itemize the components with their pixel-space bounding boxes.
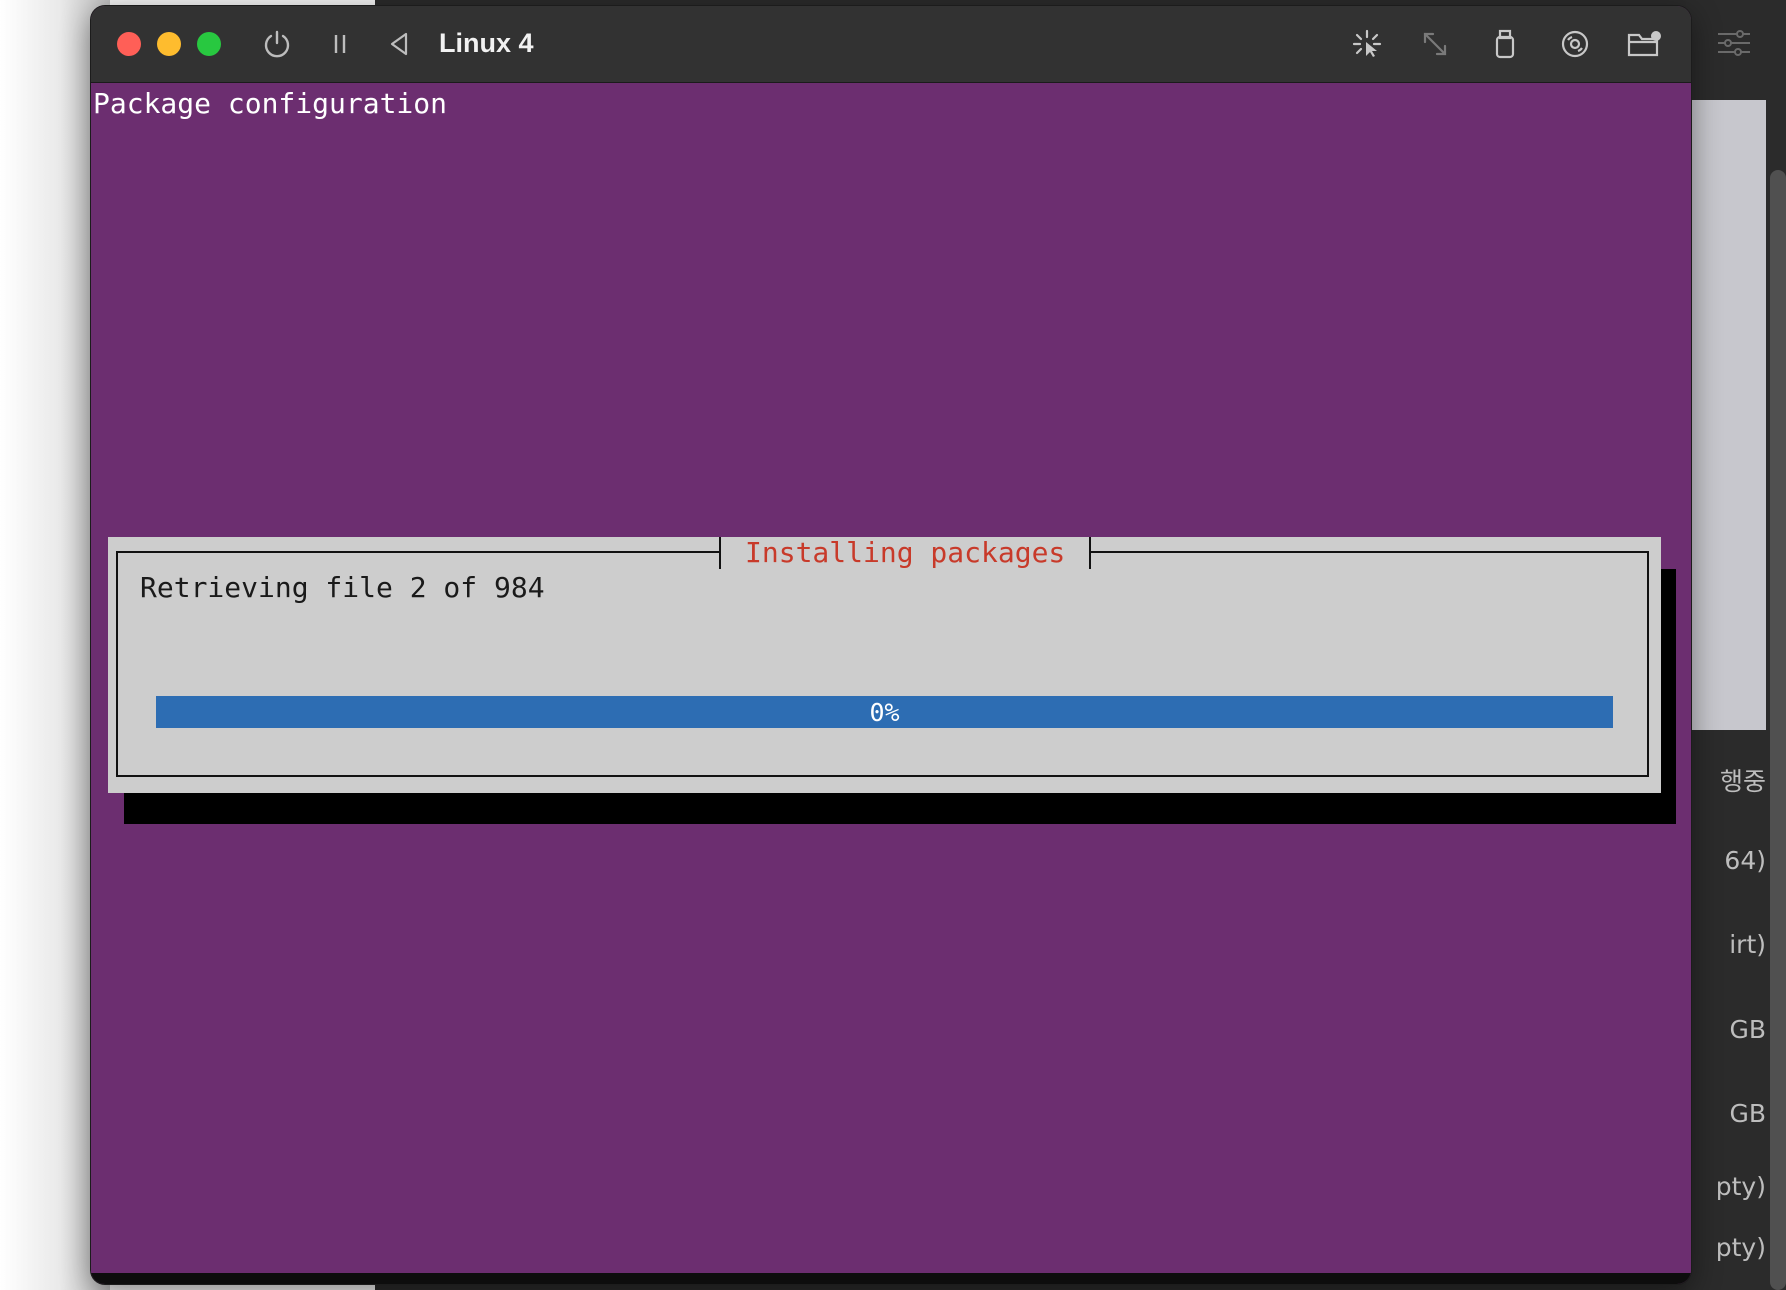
maximize-window-button[interactable] [197, 32, 221, 56]
window-title: Linux 4 [439, 28, 534, 58]
background-memory-text: GB [1729, 1015, 1766, 1044]
progress-bar: 0% [156, 696, 1613, 728]
background-virt-text: irt) [1729, 930, 1766, 959]
disc-icon[interactable] [1555, 24, 1595, 64]
capture-cursor-icon[interactable] [1347, 24, 1387, 64]
minimize-window-button[interactable] [157, 32, 181, 56]
dialog-title: Installing packages [719, 537, 1092, 569]
power-icon[interactable] [257, 24, 297, 64]
pause-icon[interactable] [320, 24, 360, 64]
window-bottom-edge [91, 1273, 1691, 1284]
resize-icon[interactable] [1415, 24, 1455, 64]
vm-screen[interactable]: Package configuration Installing package… [91, 83, 1691, 1273]
back-icon[interactable] [380, 24, 420, 64]
background-disk-text: GB [1729, 1099, 1766, 1128]
progress-label: 0% [869, 698, 900, 727]
installing-dialog: Installing packages Retrieving file 2 of… [108, 537, 1661, 793]
background-arch-text: 64) [1724, 846, 1766, 875]
close-window-button[interactable] [117, 32, 141, 56]
dialog-message: Retrieving file 2 of 984 [140, 571, 545, 604]
background-empty-text-2: pty) [1715, 1233, 1766, 1262]
background-app-list: 행중 64) irt) GB GB pty) pty) [1686, 0, 1786, 1290]
shared-folder-icon[interactable] [1624, 24, 1664, 64]
screen-header: Package configuration [93, 87, 448, 120]
background-status-text: 행중 [1719, 767, 1766, 796]
usb-icon[interactable] [1485, 24, 1525, 64]
vm-window: Linux 4 Package configuration Installing… [91, 6, 1691, 1284]
background-empty-text: pty) [1715, 1172, 1766, 1201]
window-titlebar[interactable]: Linux 4 [91, 6, 1691, 83]
